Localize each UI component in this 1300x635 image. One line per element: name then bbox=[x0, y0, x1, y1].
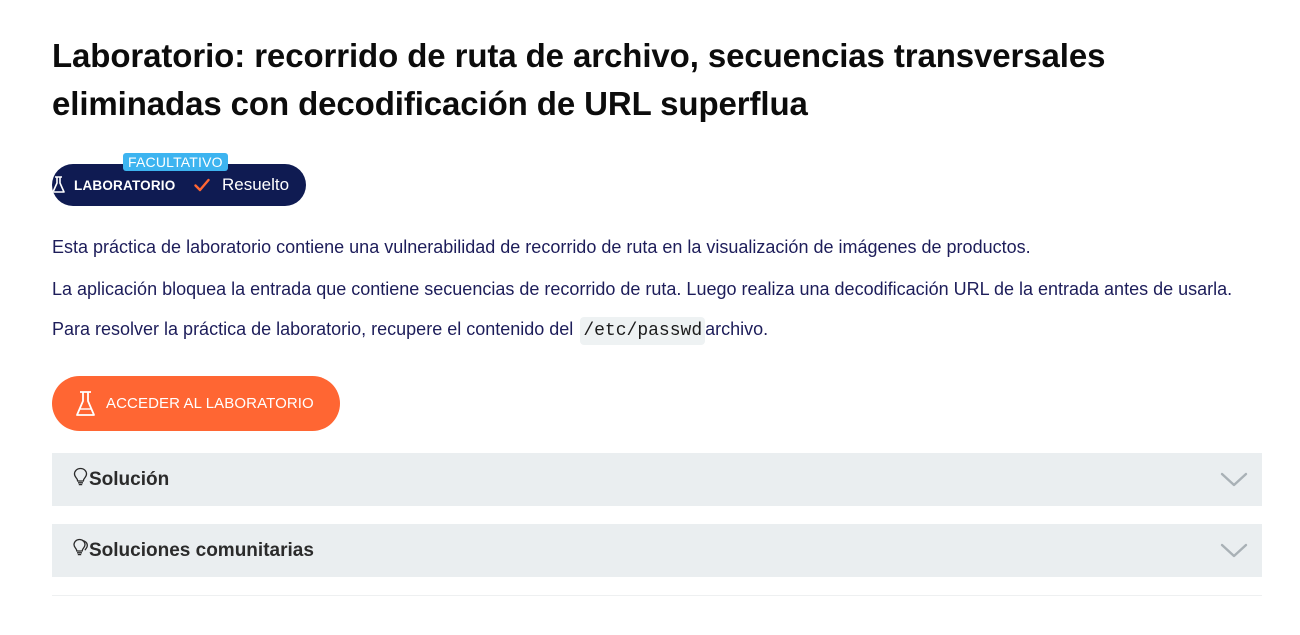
access-lab-button[interactable]: ACCEDER AL LABORATORIO bbox=[52, 376, 340, 431]
description-paragraph-1: Esta práctica de laboratorio contiene un… bbox=[52, 237, 1031, 257]
page-title: Laboratorio: recorrido de ruta de archiv… bbox=[52, 37, 1106, 122]
chevron-down-icon[interactable] bbox=[1220, 543, 1248, 559]
badge-label: LABORATORIO bbox=[74, 177, 176, 193]
divider bbox=[52, 595, 1262, 596]
lab-page: Laboratorio: recorrido de ruta de archiv… bbox=[52, 0, 1262, 596]
description-paragraph-2: La aplicación bloquea la entrada que con… bbox=[52, 279, 1233, 299]
flask-icon bbox=[76, 390, 95, 416]
lightbulbs-icon bbox=[73, 538, 88, 555]
access-lab-button-label: ACCEDER AL LABORATORIO bbox=[106, 395, 314, 412]
lightbulb-icon bbox=[73, 467, 88, 485]
community-solutions-label: Soluciones comunitarias bbox=[89, 539, 314, 561]
solution-accordion[interactable]: Solución bbox=[52, 453, 1262, 506]
check-icon bbox=[194, 178, 210, 192]
solution-label: Solución bbox=[89, 468, 170, 490]
description-paragraph-3: Para resolver la práctica de laboratorio… bbox=[52, 312, 1262, 348]
badge-status: Resuelto bbox=[222, 175, 290, 194]
badge-tag: FACULTATIVO bbox=[123, 153, 228, 171]
community-solutions-accordion[interactable]: Soluciones comunitarias bbox=[52, 524, 1262, 577]
p3-text-after: archivo. bbox=[705, 319, 769, 339]
lab-status-badge: FACULTATIVO LABORATORIO Resuelto bbox=[52, 153, 312, 206]
file-path-code: /etc/passwd bbox=[580, 317, 706, 345]
flask-icon bbox=[52, 176, 65, 193]
p3-text-before: Para resolver la práctica de laboratorio… bbox=[52, 319, 574, 339]
chevron-down-icon[interactable] bbox=[1220, 472, 1248, 488]
